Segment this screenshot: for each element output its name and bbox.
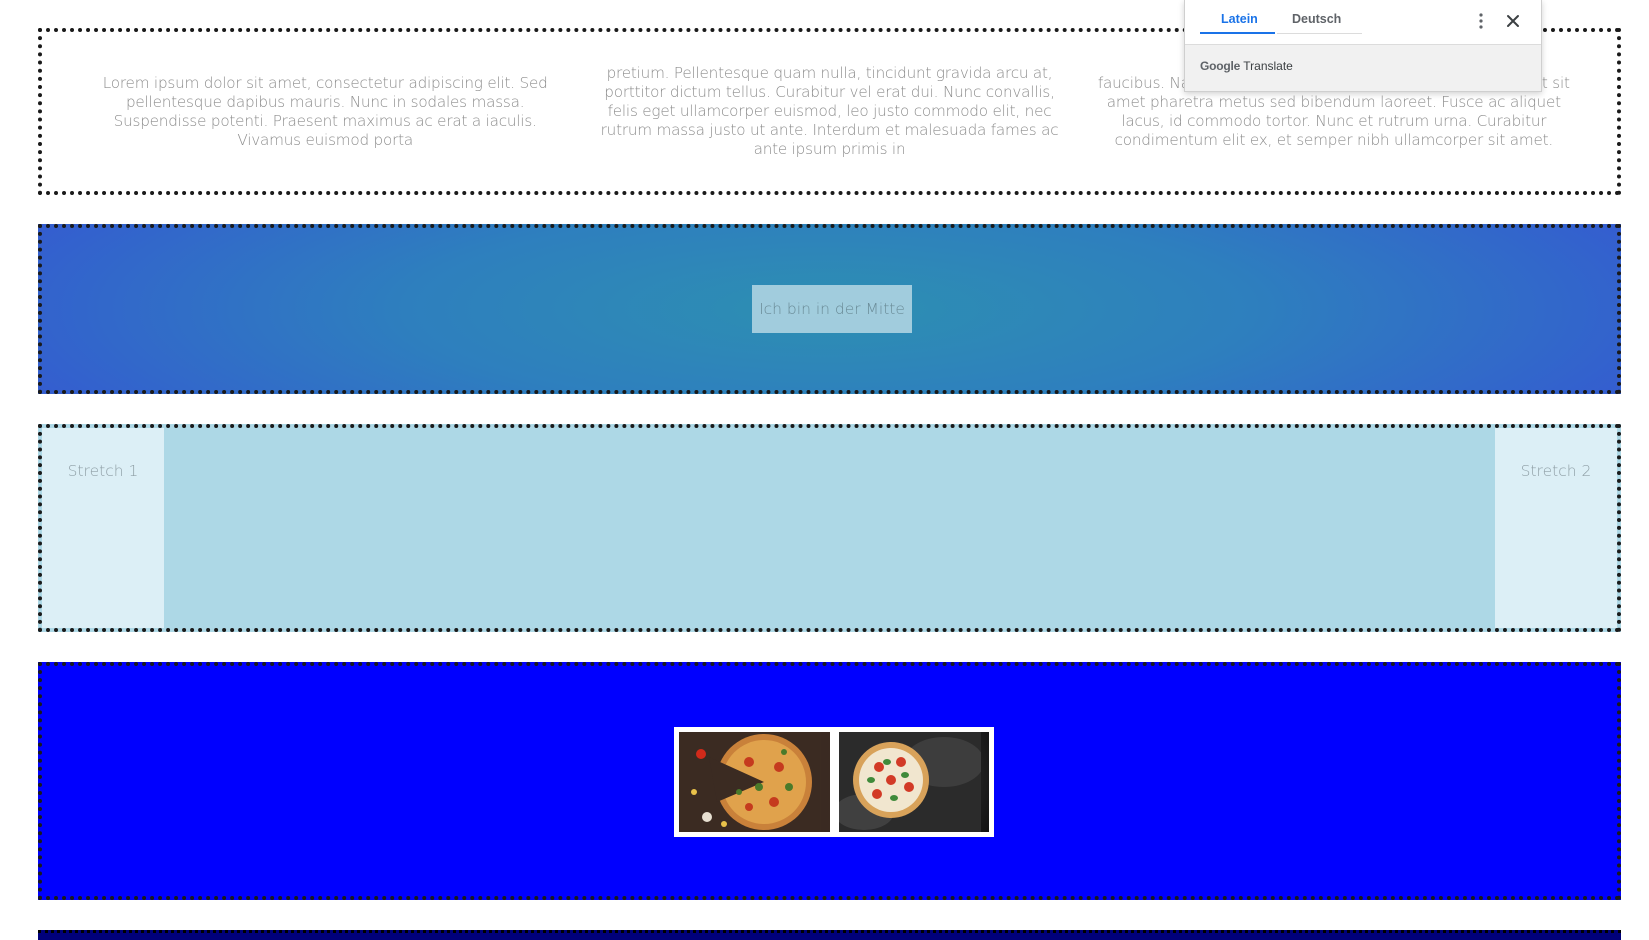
pizza-sliced-illustration (679, 732, 821, 832)
pizza-margherita-image (838, 732, 989, 832)
stretch-item-1: Stretch 1 (42, 428, 164, 628)
pizza-margherita-illustration (838, 732, 984, 832)
text-column-2: pretium. Pellentesque quam nulla, tincid… (600, 64, 1059, 158)
active-tab-indicator (1200, 32, 1275, 34)
translate-popup: Latein Deutsch Google Translate (1184, 0, 1542, 92)
center-label: Ich bin in der Mitte (759, 300, 905, 318)
pizza-sliced-image (679, 732, 830, 832)
tab-deutsch[interactable]: Deutsch (1292, 12, 1341, 26)
text-column-1: Lorem ipsum dolor sit amet, consectetur … (102, 73, 548, 149)
brand-google: Google (1200, 59, 1241, 73)
close-icon[interactable] (1503, 11, 1523, 31)
tab-latein[interactable]: Latein (1221, 12, 1258, 26)
center-label-box: Ich bin in der Mitte (752, 285, 912, 333)
image-gallery (674, 727, 994, 837)
translate-popup-header: Latein Deutsch (1185, 0, 1541, 45)
stretch-section: Stretch 1 Stretch 2 (38, 424, 1621, 632)
stretch-item-2: Stretch 2 (1495, 428, 1617, 628)
tabs-baseline (1277, 33, 1362, 34)
stretch-2-label: Stretch 2 (1520, 462, 1592, 480)
more-vert-icon[interactable] (1478, 12, 1484, 30)
next-section-edge (38, 930, 1621, 940)
images-section (38, 662, 1621, 900)
google-translate-brand: Google Translate (1200, 59, 1293, 73)
gradient-center-section: Ich bin in der Mitte (38, 224, 1621, 394)
stretch-1-label: Stretch 1 (67, 462, 139, 480)
brand-translate: Translate (1243, 59, 1293, 73)
